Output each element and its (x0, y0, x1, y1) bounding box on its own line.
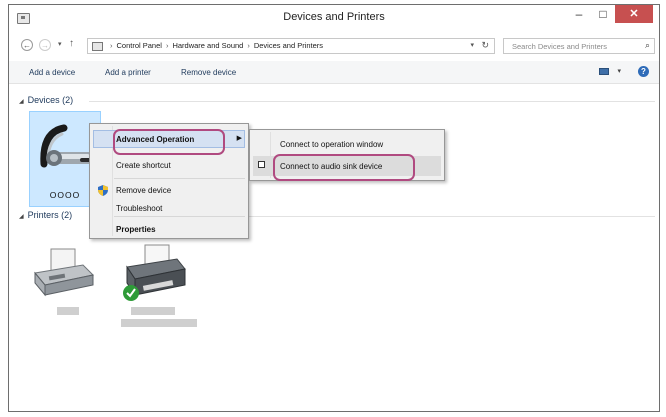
menu-item-connect-operation-window[interactable]: Connect to operation window (280, 140, 383, 149)
breadcrumb-item-control-panel[interactable]: Control Panel (117, 41, 162, 50)
redacted-label (131, 307, 175, 315)
printers-group-header[interactable]: ◢ Printers (2) (19, 210, 72, 220)
redacted-label (121, 319, 197, 327)
default-printer-icon[interactable] (117, 243, 189, 303)
fax-printer-icon[interactable] (31, 245, 95, 299)
recent-locations-dropdown-icon[interactable]: ▾ (58, 40, 62, 48)
callout-advanced-operation (113, 129, 225, 155)
add-device-button[interactable]: Add a device (29, 68, 75, 77)
refresh-icon[interactable]: ↻ (481, 40, 489, 51)
control-panel-icon (92, 42, 103, 51)
view-dropdown-icon[interactable]: ▾ (617, 67, 621, 75)
help-icon[interactable]: ? (638, 66, 649, 77)
back-button[interactable]: ← (21, 39, 33, 51)
breadcrumb-path: › Control Panel › Hardware and Sound › Device… (106, 41, 323, 50)
submenu-arrow-icon: ▶ (236, 135, 242, 142)
devices-group-header[interactable]: ◢ Devices (2) (19, 95, 73, 105)
menu-item-troubleshoot[interactable]: Troubleshoot (116, 204, 162, 213)
redacted-label (57, 307, 79, 315)
title-bar: Devices and Printers – □ ✕ (9, 5, 659, 31)
devices-and-printers-window: Devices and Printers – □ ✕ ← → ▾ ↑ › Cont… (8, 4, 660, 412)
command-bar: Add a device Add a printer Remove device… (9, 61, 659, 84)
breadcrumb-item-hardware-and-sound[interactable]: Hardware and Sound (172, 41, 243, 50)
menu-item-properties[interactable]: Properties (116, 225, 156, 234)
menu-separator (114, 216, 245, 217)
search-icon[interactable]: ⌕ (645, 40, 650, 51)
shield-icon (98, 185, 108, 196)
remove-device-button[interactable]: Remove device (181, 68, 236, 77)
printers-group-label: Printers (2) (27, 210, 73, 220)
callout-connect-audio-sink (273, 154, 415, 181)
chevron-right-icon: › (165, 41, 169, 50)
menu-item-create-shortcut[interactable]: Create shortcut (116, 161, 171, 170)
up-arrow-icon[interactable]: ↑ (69, 38, 74, 49)
menu-item-remove-device[interactable]: Remove device (116, 186, 171, 195)
menu-separator (114, 178, 245, 179)
add-printer-button[interactable]: Add a printer (105, 68, 151, 77)
minimize-button[interactable]: – (567, 5, 591, 23)
collapse-arrow-icon[interactable]: ◢ (19, 214, 24, 220)
checkbox-icon (258, 161, 265, 168)
breadcrumb-item-devices-and-printers[interactable]: Devices and Printers (254, 41, 323, 50)
maximize-button[interactable]: □ (591, 5, 615, 23)
chevron-right-icon: › (110, 41, 113, 50)
search-placeholder: Search Devices and Printers (512, 42, 608, 51)
chevron-right-icon: › (247, 41, 250, 50)
divider (89, 101, 655, 102)
collapse-arrow-icon[interactable]: ◢ (19, 99, 24, 105)
search-input[interactable]: Search Devices and Printers ⌕ (503, 38, 655, 54)
breadcrumb[interactable]: › Control Panel › Hardware and Sound › Device… (87, 38, 495, 54)
close-button[interactable]: ✕ (615, 5, 653, 23)
address-bar: ← → ▾ ↑ › Control Panel › Hardware and Soun… (9, 35, 659, 57)
window-title: Devices and Printers (283, 11, 385, 23)
devices-group-label: Devices (2) (27, 95, 74, 105)
view-options-icon[interactable] (599, 68, 609, 75)
address-dropdown-icon[interactable]: ▾ (470, 41, 474, 49)
forward-button[interactable]: → (39, 39, 51, 51)
